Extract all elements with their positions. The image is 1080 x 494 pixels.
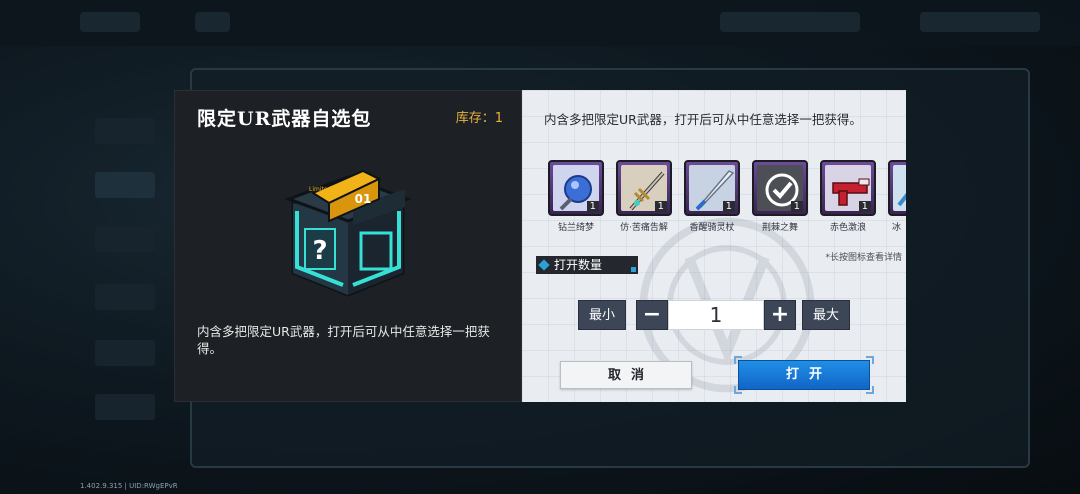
weapon-list: 1 钻兰绮梦 1 仿·苦痛告解 1 香醒骑灵杖 1 荆棘之舞 1 赤色激浪 冰 xyxy=(546,160,906,240)
minus-button[interactable]: − xyxy=(636,300,668,330)
stock-value: 1 xyxy=(494,111,503,126)
weapon-card[interactable]: 1 xyxy=(684,160,740,216)
selection-description: 内含多把限定UR武器，打开后可从中任意选择一把获得。 xyxy=(544,112,862,127)
weapon-count: 1 xyxy=(654,201,667,212)
weapon-card[interactable]: 1 xyxy=(820,160,876,216)
weapon-item[interactable]: 1 香醒骑灵杖 xyxy=(682,160,742,233)
weapon-card[interactable]: 1 xyxy=(616,160,672,216)
weapon-count: 1 xyxy=(586,201,599,212)
weapon-name: 仿·苦痛告解 xyxy=(620,223,668,233)
weapon-count: 1 xyxy=(858,201,871,212)
version-text: 1.402.9.315 | UID:RWgEPvR xyxy=(80,482,178,490)
weapon-item[interactable]: 1 钻兰绮梦 xyxy=(546,160,606,233)
weapon-name: 荆棘之舞 xyxy=(761,223,798,233)
button-corner-decoration xyxy=(734,356,742,364)
svg-text:?: ? xyxy=(312,236,327,266)
stock-count: 库存：1 xyxy=(456,107,503,126)
selection-box-icon: ? 01 Limited xyxy=(284,169,412,297)
box-tag: Limited xyxy=(309,186,332,193)
min-button[interactable]: 最小 xyxy=(578,300,626,330)
weapon-card[interactable]: 1 xyxy=(752,160,808,216)
box-badge: 01 xyxy=(355,192,372,206)
pack-title: 限定UR武器自选包 xyxy=(197,108,372,130)
quantity-input[interactable]: 1 xyxy=(668,300,764,330)
cancel-button[interactable]: 取消 xyxy=(560,361,692,389)
weapon-item[interactable]: 1 赤色激浪 xyxy=(818,160,878,233)
partial-weapon-icon xyxy=(897,193,906,207)
weapon-item-selected[interactable]: 1 荆棘之舞 xyxy=(750,160,810,233)
plus-button[interactable]: + xyxy=(764,300,796,330)
open-button[interactable]: 打开 xyxy=(738,360,870,390)
button-corner-decoration xyxy=(734,386,742,394)
button-corner-decoration xyxy=(866,386,874,394)
pack-description: 内含多把限定UR武器，打开后可从中任意选择一把获得。 xyxy=(197,324,490,356)
button-corner-decoration xyxy=(866,356,874,364)
weapon-count: 1 xyxy=(790,201,803,212)
weapon-count: 1 xyxy=(722,201,735,212)
weapon-card[interactable]: 1 xyxy=(548,160,604,216)
weapon-name: 香醒骑灵杖 xyxy=(689,223,735,233)
weapon-name: 钻兰绮梦 xyxy=(557,223,594,233)
weapon-card[interactable] xyxy=(888,160,906,216)
weapon-item[interactable]: 冰 xyxy=(886,160,906,233)
selection-panel: 内含多把限定UR武器，打开后可从中任意选择一把获得。 1 钻兰绮梦 1 仿·苦痛… xyxy=(522,90,906,402)
open-quantity-label: 打开数量 xyxy=(536,256,638,274)
weapon-name: 赤色激浪 xyxy=(829,223,866,233)
max-button[interactable]: 最大 xyxy=(802,300,850,330)
weapon-name: 冰 xyxy=(892,223,902,233)
pack-info-panel: 限定UR武器自选包 库存：1 ? 01 Limited 内含多把限定UR武器，打… xyxy=(174,90,522,402)
stock-label: 库存： xyxy=(455,111,495,126)
long-press-hint: *长按图标查看详情 xyxy=(825,253,902,263)
weapon-item[interactable]: 1 仿·苦痛告解 xyxy=(614,160,674,233)
